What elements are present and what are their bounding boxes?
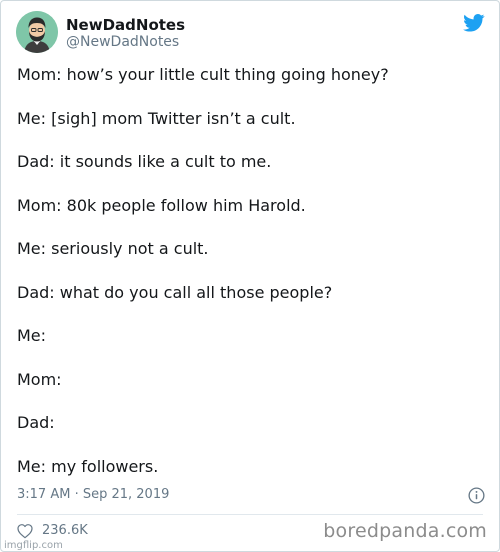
tweet-line: Me: seriously not a cult. (17, 239, 209, 258)
tweet-line: Me: my followers. (17, 456, 159, 476)
tweet-line: Me: (17, 326, 47, 345)
author-handle[interactable]: @NewDadNotes (66, 34, 179, 51)
author-name[interactable]: NewDadNotes (66, 16, 185, 34)
tweet-line: Me: [sigh] mom Twitter isn’t a cult. (17, 108, 296, 128)
heart-icon[interactable] (17, 523, 33, 539)
imgflip-watermark: imgflip.com (4, 540, 63, 551)
info-icon[interactable] (468, 487, 485, 504)
like-action[interactable]: 236.6K (17, 523, 88, 539)
tweet-line: Mom: how’s your little cult thing going … (17, 65, 389, 84)
tweet-line: Mom: (17, 369, 62, 389)
like-count: 236.6K (42, 523, 88, 538)
avatar[interactable] (16, 11, 58, 53)
tweet-timestamp[interactable]: 3:17 AM · Sep 21, 2019 (17, 487, 169, 503)
divider (17, 514, 483, 515)
tweet-line: Dad: what do you call all those people? (17, 282, 333, 302)
tweet-text: Mom: how’s your little cult thing going … (17, 65, 487, 477)
twitter-bird-icon[interactable] (463, 14, 485, 32)
tweet-line: Dad: (17, 413, 55, 432)
tweet-line: Dad: it sounds like a cult to me. (17, 152, 272, 171)
boredpanda-watermark: boredpanda.com (323, 520, 487, 542)
tweet-line: Mom: 80k people follow him Harold. (17, 195, 306, 215)
tweet-card: NewDadNotes @NewDadNotes Mom: how’s your… (0, 0, 500, 552)
bearded-man-avatar-icon (16, 11, 58, 53)
